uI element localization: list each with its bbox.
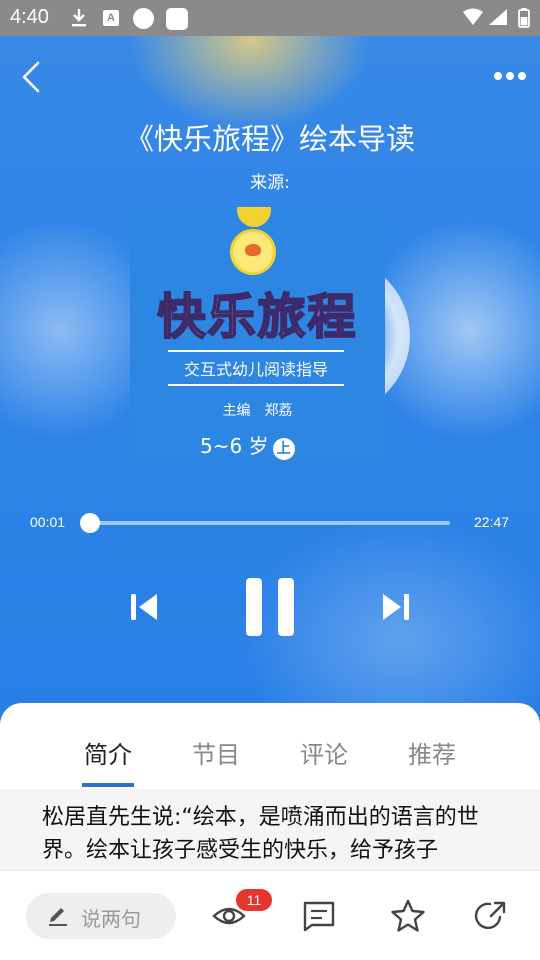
pause-icon[interactable] xyxy=(246,578,294,636)
battery-icon xyxy=(518,8,530,28)
comment-icon[interactable] xyxy=(302,899,336,933)
active-tab-indicator xyxy=(82,783,134,787)
share-icon[interactable] xyxy=(474,899,508,933)
comment-placeholder: 说两句 xyxy=(81,907,141,931)
cover-subtitle: 交互式幼儿阅读指导 xyxy=(168,350,344,386)
cover-volume: 上 xyxy=(272,438,295,460)
intro-text: 松居直先生说:“绘本，是喷涌而出的语言的世界。绘本让孩子感受生的快乐，给予孩子 xyxy=(0,789,540,879)
status-bar: 4:40 A xyxy=(0,0,540,36)
status-time: 4:40 xyxy=(10,6,49,28)
pen-icon xyxy=(49,908,67,926)
tab-recommend[interactable]: 推荐 xyxy=(397,735,467,770)
font-icon: A xyxy=(103,10,119,26)
bottom-action-bar: 说两句 11 xyxy=(0,870,540,960)
tab-comments[interactable]: 评论 xyxy=(289,735,359,770)
total-time: 22:47 xyxy=(474,514,510,530)
status-circle-icon xyxy=(133,8,154,29)
progress-track[interactable] xyxy=(90,521,450,525)
previous-icon[interactable] xyxy=(128,592,160,622)
star-icon[interactable] xyxy=(390,899,426,933)
tab-bar: 简介 节目 评论 推荐 xyxy=(0,703,540,789)
download-icon xyxy=(72,9,86,27)
back-icon[interactable] xyxy=(18,60,44,94)
cover-sun-decoration xyxy=(237,207,271,227)
status-square-icon xyxy=(166,8,188,30)
signal-icon xyxy=(489,9,507,25)
tab-intro[interactable]: 简介 xyxy=(73,735,143,770)
current-time: 00:01 xyxy=(30,514,66,530)
view-count-badge: 11 xyxy=(236,889,272,911)
more-icon[interactable] xyxy=(492,70,528,84)
cover-title: 快乐旅程 xyxy=(156,288,358,346)
wifi-icon xyxy=(463,8,483,25)
cover-character-decoration xyxy=(230,229,276,275)
next-icon[interactable] xyxy=(380,592,412,622)
page-title: 《快乐旅程》绘本导读 xyxy=(124,122,415,156)
album-cover: 快乐旅程 交互式幼儿阅读指导 主编 郑荔 5~6 岁上 xyxy=(130,207,385,462)
cover-editor: 主编 郑荔 xyxy=(222,403,293,419)
cover-age: 5~6 岁上 xyxy=(200,430,295,460)
tab-programs[interactable]: 节目 xyxy=(181,735,251,770)
comment-input[interactable]: 说两句 xyxy=(26,893,176,939)
source-label: 来源: xyxy=(250,173,290,193)
